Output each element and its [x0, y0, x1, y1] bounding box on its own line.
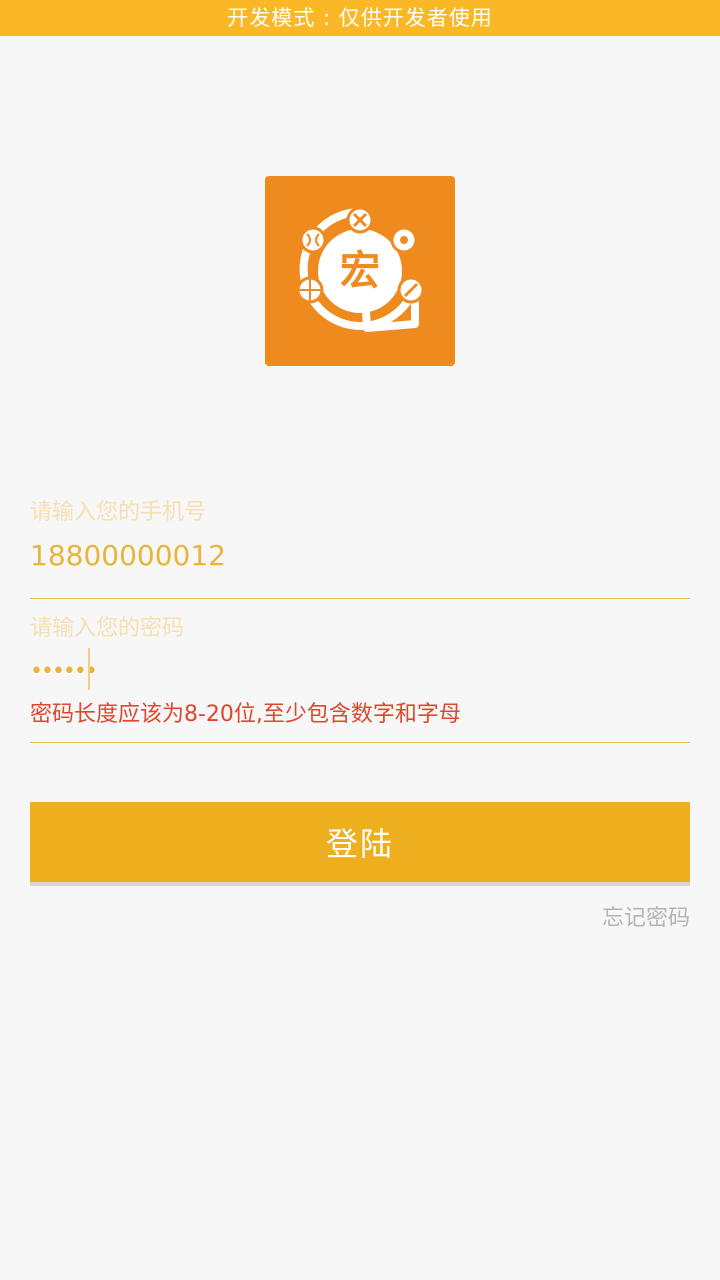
- logo-graphic: 宏: [296, 206, 425, 332]
- password-error-message: 密码长度应该为8-20位,至少包含数字和字母: [30, 702, 461, 727]
- password-field[interactable]: 请输入您的密码 •••••• 密码长度应该为8-20位,至少包含数字和字母: [30, 606, 690, 743]
- dev-mode-banner-text: 开发模式 : 仅供开发者使用: [227, 6, 493, 30]
- svg-text:宏: 宏: [340, 248, 380, 294]
- forgot-password-link[interactable]: 忘记密码: [602, 904, 690, 934]
- password-input[interactable]: ••••••: [30, 650, 98, 692]
- login-button[interactable]: 登陆: [30, 802, 690, 882]
- dev-mode-banner: 开发模式 : 仅供开发者使用: [0, 0, 720, 36]
- text-cursor: [88, 648, 90, 690]
- baseball-icon: [299, 226, 327, 254]
- phone-field[interactable]: 请输入您的手机号: [30, 490, 690, 599]
- phone-input[interactable]: [30, 534, 690, 578]
- password-placeholder-label: 请输入您的密码: [30, 616, 185, 641]
- app-logo: 宏: [265, 176, 455, 366]
- phone-placeholder-label: 请输入您的手机号: [30, 500, 207, 525]
